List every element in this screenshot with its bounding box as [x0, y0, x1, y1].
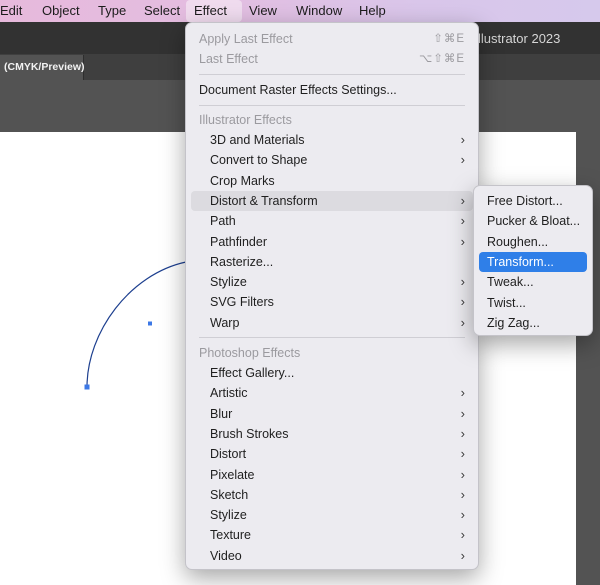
menu-item-svg-filters[interactable]: SVG Filters ›	[191, 292, 473, 312]
menu-item-label: SVG Filters	[210, 295, 274, 310]
menu-item-sketch[interactable]: Sketch ›	[191, 485, 473, 505]
effect-menu: Apply Last Effect ⇧⌘E Last Effect ⌥⇧⌘E D…	[185, 22, 479, 570]
submenu-item-label: Twist...	[487, 295, 526, 310]
menu-item-video[interactable]: Video ›	[191, 546, 473, 566]
menu-item-last-effect: Last Effect ⌥⇧⌘E	[191, 49, 473, 69]
chevron-right-icon: ›	[460, 425, 465, 441]
menu-item-path[interactable]: Path ›	[191, 211, 473, 231]
menu-item-label: Convert to Shape	[210, 153, 308, 168]
menu-item-distort[interactable]: Distort ›	[191, 444, 473, 464]
menu-item-pathfinder[interactable]: Pathfinder ›	[191, 232, 473, 252]
menu-item-convert-to-shape[interactable]: Convert to Shape ›	[191, 150, 473, 170]
submenu-item-label: Pucker & Bloat...	[487, 214, 581, 229]
menu-select[interactable]: Select	[136, 0, 188, 22]
menu-effect[interactable]: Effect	[186, 0, 242, 22]
menu-item-label: Crop Marks	[210, 173, 275, 188]
section-header-illustrator-effects: Illustrator Effects	[199, 113, 292, 127]
menu-item-blur[interactable]: Blur ›	[191, 404, 473, 424]
menu-item-stylize[interactable]: Stylize ›	[191, 505, 473, 525]
chevron-right-icon: ›	[460, 192, 465, 208]
submenu-item-label: Roughen...	[487, 234, 549, 249]
menu-item-label: Distort & Transform	[210, 193, 318, 208]
app-title: llustrator 2023	[478, 31, 561, 46]
menu-item-label: Brush Strokes	[210, 426, 289, 441]
menu-type[interactable]: Type	[90, 0, 134, 22]
menu-separator	[199, 74, 465, 75]
menu-bar: Edit Object Type Select Effect View Wind…	[0, 0, 600, 22]
shortcut-label: ⇧⌘E	[433, 33, 465, 45]
menu-view[interactable]: View	[241, 0, 285, 22]
chevron-right-icon: ›	[460, 547, 465, 563]
menu-item-label: Distort	[210, 447, 247, 462]
menu-item-label: Texture	[210, 528, 251, 543]
submenu-item-roughen[interactable]: Roughen...	[479, 232, 587, 252]
menu-separator	[199, 337, 465, 338]
menu-item-label: Pixelate	[210, 467, 255, 482]
menu-item-label: Artistic	[210, 386, 248, 401]
menu-item-label: Path	[210, 214, 236, 229]
menu-edit[interactable]: Edit	[0, 0, 30, 22]
submenu-item-label: Tweak...	[487, 275, 534, 290]
menu-item-label: Effect Gallery...	[210, 366, 295, 380]
menu-object[interactable]: Object	[34, 0, 88, 22]
menu-item-crop-marks[interactable]: Crop Marks	[191, 171, 473, 191]
chevron-right-icon: ›	[460, 213, 465, 229]
submenu-item-label: Zig Zag...	[487, 315, 540, 330]
menu-item-label: Sketch	[210, 487, 249, 502]
menu-item-texture[interactable]: Texture ›	[191, 525, 473, 545]
shortcut-label: ⌥⇧⌘E	[418, 53, 465, 65]
submenu-item-pucker-and-bloat[interactable]: Pucker & Bloat...	[479, 211, 587, 231]
submenu-item-free-distort[interactable]: Free Distort...	[479, 191, 587, 211]
menu-help[interactable]: Help	[351, 0, 394, 22]
menu-item-stylize[interactable]: Stylize ›	[191, 272, 473, 292]
menu-item-pixelate[interactable]: Pixelate ›	[191, 465, 473, 485]
section-header-photoshop-effects: Photoshop Effects	[199, 346, 301, 360]
chevron-right-icon: ›	[460, 233, 465, 249]
arc-path[interactable]	[86, 261, 187, 388]
menu-item-apply-last-effect: Apply Last Effect ⇧⌘E	[191, 29, 473, 49]
submenu-item-tweak[interactable]: Tweak...	[479, 272, 587, 292]
menu-item-label: Warp	[210, 315, 240, 330]
chevron-right-icon: ›	[460, 132, 465, 147]
chevron-right-icon: ›	[460, 466, 465, 482]
chevron-right-icon: ›	[460, 274, 465, 290]
menu-window[interactable]: Window	[288, 0, 350, 22]
chevron-right-icon: ›	[460, 314, 465, 330]
menu-item-label: 3D and Materials	[210, 133, 305, 147]
menu-item-artistic[interactable]: Artistic ›	[191, 383, 473, 403]
menu-item-label: Rasterize...	[210, 254, 274, 269]
submenu-item-label: Transform...	[487, 254, 554, 269]
menu-separator	[199, 105, 465, 106]
chevron-right-icon: ›	[460, 507, 465, 523]
menu-item-rasterize[interactable]: Rasterize...	[191, 252, 473, 272]
document-tab[interactable]: (CMYK/Preview)	[0, 55, 85, 80]
submenu-item-transform[interactable]: Transform...	[479, 251, 587, 272]
menu-item-3d-and-materials[interactable]: 3D and Materials ›	[191, 130, 473, 150]
submenu-item-twist[interactable]: Twist...	[479, 293, 587, 313]
submenu-item-zig-zag[interactable]: Zig Zag...	[479, 313, 587, 333]
menu-item-brush-strokes[interactable]: Brush Strokes ›	[191, 424, 473, 444]
chevron-right-icon: ›	[460, 446, 465, 462]
chevron-right-icon: ›	[460, 294, 465, 310]
menu-item-distort-and-transform[interactable]: Distort & Transform ›	[191, 190, 473, 211]
menu-item-label: Pathfinder	[210, 234, 267, 249]
chevron-right-icon: ›	[460, 486, 465, 502]
chevron-right-icon: ›	[460, 385, 465, 401]
anchor-point[interactable]	[84, 384, 90, 390]
distort-transform-submenu: Free Distort... Pucker & Bloat... Roughen.…	[473, 185, 593, 336]
menu-item-effect-gallery[interactable]: Effect Gallery...	[191, 363, 473, 383]
submenu-item-label: Free Distort...	[487, 194, 563, 208]
chevron-right-icon: ›	[460, 405, 465, 421]
menu-item-label: Blur	[210, 406, 233, 421]
chevron-right-icon: ›	[460, 527, 465, 543]
menu-item-document-raster-effects-settings[interactable]: Document Raster Effects Settings...	[191, 80, 473, 100]
menu-item-label: Stylize	[210, 275, 247, 290]
menu-item-label: Stylize	[210, 508, 247, 523]
menu-item-warp[interactable]: Warp ›	[191, 313, 473, 333]
chevron-right-icon: ›	[460, 152, 465, 168]
menu-item-label: Video	[210, 548, 242, 563]
center-point[interactable]	[148, 321, 152, 326]
